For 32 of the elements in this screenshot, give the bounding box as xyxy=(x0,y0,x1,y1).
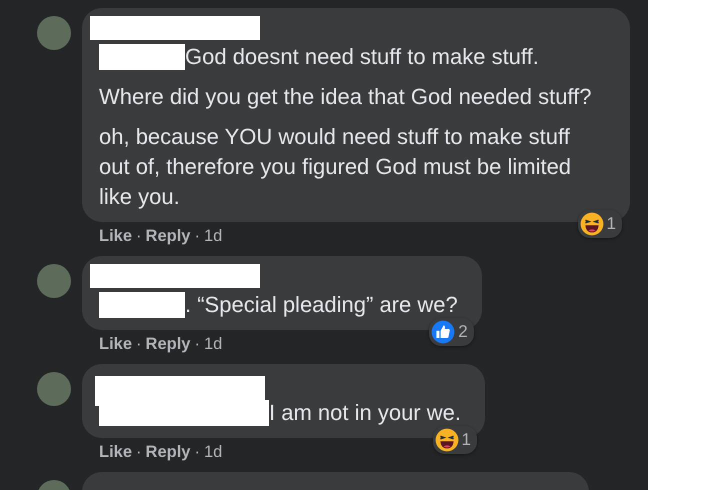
reaction-badge[interactable]: 2 xyxy=(429,318,474,346)
avatar[interactable] xyxy=(37,372,71,406)
reaction-count: 1 xyxy=(606,214,616,234)
separator-dot: · xyxy=(194,442,200,462)
comment-text: . “Special pleading” are we? xyxy=(99,290,458,320)
reply-link[interactable]: Reply xyxy=(146,442,190,462)
comment-text: I am not in your we. xyxy=(99,398,461,428)
laughing-face-icon xyxy=(434,428,459,452)
laughing-face-icon xyxy=(580,212,604,236)
like-link[interactable]: Like xyxy=(99,334,132,354)
separator-dot: · xyxy=(136,226,142,246)
comment-text: Where did you get the idea that God needed stuff? xyxy=(99,83,592,111)
reply-link[interactable]: Reply xyxy=(146,226,190,246)
reply-link[interactable]: Reply xyxy=(146,334,190,354)
timestamp[interactable]: 1d xyxy=(204,442,222,462)
thumbs-up-icon xyxy=(431,320,456,344)
separator-dot: · xyxy=(136,334,142,354)
separator-dot: · xyxy=(194,226,200,246)
avatar[interactable] xyxy=(37,16,71,50)
timestamp[interactable]: 1d xyxy=(204,226,222,246)
like-link[interactable]: Like xyxy=(99,226,132,246)
timestamp[interactable]: 1d xyxy=(204,334,222,354)
reaction-count: 2 xyxy=(458,322,468,342)
comment-text: God doesnt need stuff to make stuff. xyxy=(99,42,606,72)
separator-dot: · xyxy=(194,334,200,354)
separator-dot: · xyxy=(136,442,142,462)
like-link[interactable]: Like xyxy=(99,442,132,462)
avatar[interactable] xyxy=(37,264,71,298)
comment-text: oh, because YOU would need stuff to make stuff out of, therefore you figured God must be limited like you. xyxy=(99,123,572,211)
reaction-count: 1 xyxy=(462,430,471,450)
reaction-badge[interactable]: 1 xyxy=(578,210,622,238)
reaction-badge[interactable]: 1 xyxy=(432,426,477,454)
